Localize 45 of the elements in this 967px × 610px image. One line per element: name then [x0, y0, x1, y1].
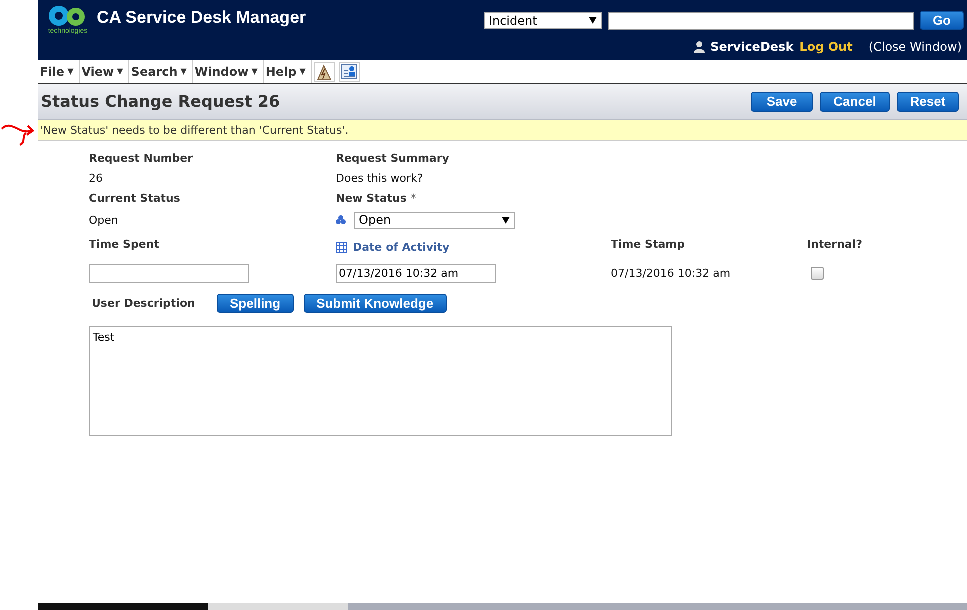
dropdown-caret-icon — [502, 216, 510, 224]
user-name: ServiceDesk — [710, 40, 794, 54]
go-button[interactable]: Go — [920, 11, 964, 30]
page-title: Status Change Request 26 — [41, 92, 280, 111]
internal-checkbox[interactable] — [811, 266, 824, 280]
field-label: Time Stamp — [611, 238, 685, 250]
lookup-icon[interactable] — [336, 215, 346, 225]
field-label: Time Spent — [89, 238, 160, 250]
lightning-icon[interactable] — [314, 62, 335, 82]
menu-item[interactable]: View ▼ — [80, 60, 130, 83]
description-field[interactable]: Test — [89, 326, 672, 436]
field-label: Current Status — [89, 192, 180, 204]
log-out-link[interactable]: Log Out — [800, 40, 853, 54]
required-mark: * — [410, 192, 416, 204]
field-label: Internal? — [807, 238, 862, 250]
action-button[interactable]: Cancel — [820, 92, 890, 112]
field-label: New Status — [336, 192, 407, 204]
date-of-activity-field[interactable]: 07/13/2016 10:32 am — [336, 264, 496, 282]
field-value: 26 — [89, 172, 103, 184]
form-button[interactable]: Submit Knowledge — [304, 294, 447, 313]
form-button[interactable]: Spelling — [217, 294, 294, 313]
field-label: User Description — [92, 297, 196, 310]
field-label: Date of Activity — [353, 240, 450, 254]
search-field[interactable] — [608, 12, 914, 30]
field-label: Request Number — [89, 152, 193, 164]
menu-item[interactable]: Window ▼ — [192, 60, 264, 83]
field-value: Open — [89, 214, 118, 226]
menu-item[interactable]: Search ▼ — [129, 60, 193, 83]
error-message: 'New Status' needs to be different than 'Current Status'. — [38, 120, 967, 141]
user-icon — [694, 41, 705, 53]
action-button[interactable]: Save — [751, 92, 813, 112]
search-type-dropdown[interactable]: Incident — [484, 12, 602, 29]
calendar-icon[interactable] — [336, 242, 347, 252]
menu-item[interactable]: Help ▼ — [264, 60, 312, 83]
action-button[interactable]: Reset — [897, 92, 959, 112]
field-value: 07/13/2016 10:32 am — [611, 266, 731, 280]
app-title: CA Service Desk Manager — [97, 8, 306, 28]
new-status-dropdown[interactable]: Open — [354, 212, 515, 228]
menu-item[interactable]: File ▼ — [38, 60, 80, 83]
contact-card-icon[interactable] — [338, 62, 360, 82]
field-label: Request Summary — [336, 152, 450, 164]
close-window-link[interactable]: (Close Window) — [868, 40, 962, 54]
time-spent-field[interactable] — [89, 264, 249, 282]
field-value: Does this work? — [336, 172, 424, 184]
dropdown-caret-icon — [588, 17, 597, 24]
